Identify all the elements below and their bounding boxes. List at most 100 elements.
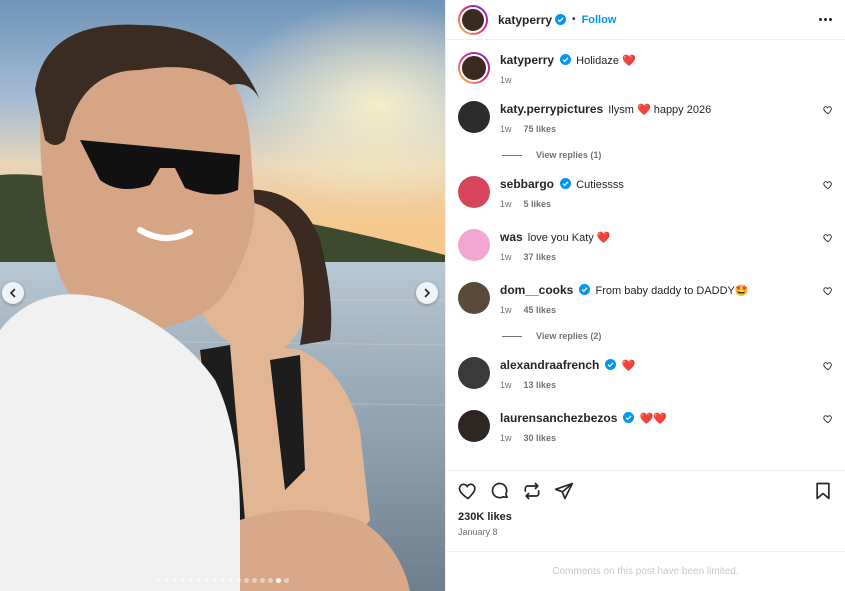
post-likes-count[interactable]: 230K likes [458, 511, 833, 523]
previous-slide-button[interactable] [2, 282, 24, 304]
commenter-avatar[interactable] [458, 101, 490, 133]
carousel-dot [180, 578, 185, 583]
like-heart-icon[interactable] [458, 481, 478, 501]
comment-time: 1w [500, 252, 512, 262]
like-comment-heart-icon[interactable] [823, 286, 833, 296]
commenter-avatar[interactable] [458, 176, 490, 208]
comment-text: ❤️❤️ [639, 413, 667, 425]
carousel-dot [204, 578, 209, 583]
post-actions: 230K likes January 8 [446, 470, 845, 537]
comment-likes[interactable]: 75 likes [524, 124, 557, 134]
carousel-dot [228, 578, 233, 583]
comment-likes[interactable]: 37 likes [524, 252, 557, 262]
view-replies-button[interactable]: View replies (1) [502, 150, 833, 160]
comment-likes[interactable]: 45 likes [524, 305, 557, 315]
carousel-dot [284, 578, 289, 583]
comment-item: sebbargo Cutiessss 1w 5 likes [458, 176, 833, 209]
post-header: katyperry • Follow [446, 0, 845, 40]
like-comment-heart-icon[interactable] [823, 233, 833, 243]
view-replies-button[interactable]: View replies (2) [502, 331, 833, 341]
like-comment-heart-icon[interactable] [823, 105, 833, 115]
carousel-dot [188, 578, 193, 583]
carousel-dot [252, 578, 257, 583]
carousel-dot [212, 578, 217, 583]
carousel-dot [260, 578, 265, 583]
verified-badge-icon [560, 178, 572, 189]
replies-line [502, 154, 522, 156]
carousel-indicator [0, 578, 445, 583]
carousel-dot [156, 578, 161, 583]
author-avatar[interactable] [458, 4, 488, 35]
post-media[interactable] [0, 0, 445, 591]
chevron-right-icon [424, 288, 431, 298]
comments-limited-notice: Comments on this post have been limited. [446, 551, 845, 591]
comment-text: Ilysm ❤️ happy 2026 [608, 104, 712, 116]
comment-item: katy.perrypictures Ilysm ❤️ happy 2026 1… [458, 101, 833, 134]
carousel-dot [276, 578, 281, 583]
commenter-username[interactable]: dom__cooks [500, 283, 573, 297]
like-comment-heart-icon[interactable] [823, 414, 833, 424]
carousel-dot [164, 578, 169, 583]
verified-badge-icon [555, 14, 567, 25]
chevron-left-icon [9, 288, 16, 298]
view-replies-label: View replies (1) [536, 150, 602, 160]
author-username[interactable]: katyperry [498, 13, 552, 27]
carousel-dot [236, 578, 241, 583]
commenter-avatar[interactable] [458, 229, 490, 261]
commenter-username[interactable]: alexandraafrench [500, 358, 599, 372]
comment-item: dom__cooks From baby daddy to DADDY🤩 1w … [458, 282, 833, 315]
carousel-dot [220, 578, 225, 583]
comment-time: 1w [500, 380, 512, 390]
commenter-username[interactable]: sebbargo [500, 177, 554, 191]
comment-likes[interactable]: 30 likes [524, 433, 557, 443]
carousel-dot [196, 578, 201, 583]
more-dot-icon [828, 18, 832, 21]
comments-list[interactable]: katyperry Holidaze ❤️ 1w katy.perrypictu… [446, 40, 845, 470]
comment-time: 1w [500, 433, 512, 443]
follow-button[interactable]: Follow [582, 14, 617, 26]
commenter-avatar[interactable] [458, 410, 490, 442]
post-panel: katyperry • Follow katyperry Holidaze ❤️… [445, 0, 845, 591]
commenter-username[interactable]: katy.perrypictures [500, 102, 603, 116]
post-photo [0, 0, 445, 591]
comment-text: love you Katy ❤️ [527, 232, 611, 244]
caption-time: 1w [500, 75, 512, 85]
replies-line [502, 335, 522, 337]
share-send-icon[interactable] [554, 481, 574, 501]
next-slide-button[interactable] [416, 282, 438, 304]
like-comment-heart-icon[interactable] [823, 180, 833, 190]
verified-badge-icon [560, 54, 572, 65]
save-bookmark-icon[interactable] [813, 481, 833, 501]
caption-avatar[interactable] [458, 52, 490, 84]
comment-time: 1w [500, 305, 512, 315]
comment-time: 1w [500, 199, 512, 209]
carousel-dot [172, 578, 177, 583]
header-separator: • [572, 14, 576, 25]
comment-item: laurensanchezbezos ❤️❤️ 1w 30 likes [458, 410, 833, 443]
repost-icon[interactable] [522, 481, 542, 501]
post-date[interactable]: January 8 [458, 527, 833, 537]
caption-text: Holidaze ❤️ [576, 55, 636, 67]
comment-likes[interactable]: 5 likes [524, 199, 552, 209]
commenter-username[interactable]: laurensanchezbezos [500, 411, 617, 425]
caption-username[interactable]: katyperry [500, 53, 554, 67]
like-comment-heart-icon[interactable] [823, 361, 833, 371]
carousel-dot [244, 578, 249, 583]
carousel-dot [268, 578, 273, 583]
view-replies-label: View replies (2) [536, 331, 602, 341]
commenter-avatar[interactable] [458, 357, 490, 389]
comment-time: 1w [500, 124, 512, 134]
more-options-button[interactable] [817, 18, 833, 21]
verified-badge-icon [623, 412, 635, 423]
verified-badge-icon [605, 359, 617, 370]
commenter-username[interactable]: was [500, 230, 523, 244]
comment-text: From baby daddy to DADDY🤩 [595, 285, 749, 297]
more-dot-icon [818, 18, 822, 21]
comment-bubble-icon[interactable] [490, 481, 510, 501]
comment-text: Cutiessss [576, 179, 624, 191]
comment-item: was love you Katy ❤️ 1w 37 likes [458, 229, 833, 262]
comment-likes[interactable]: 13 likes [524, 380, 557, 390]
commenter-avatar[interactable] [458, 282, 490, 314]
comment-item: alexandraafrench ❤️ 1w 13 likes [458, 357, 833, 390]
comment-text: ❤️ [621, 360, 636, 372]
